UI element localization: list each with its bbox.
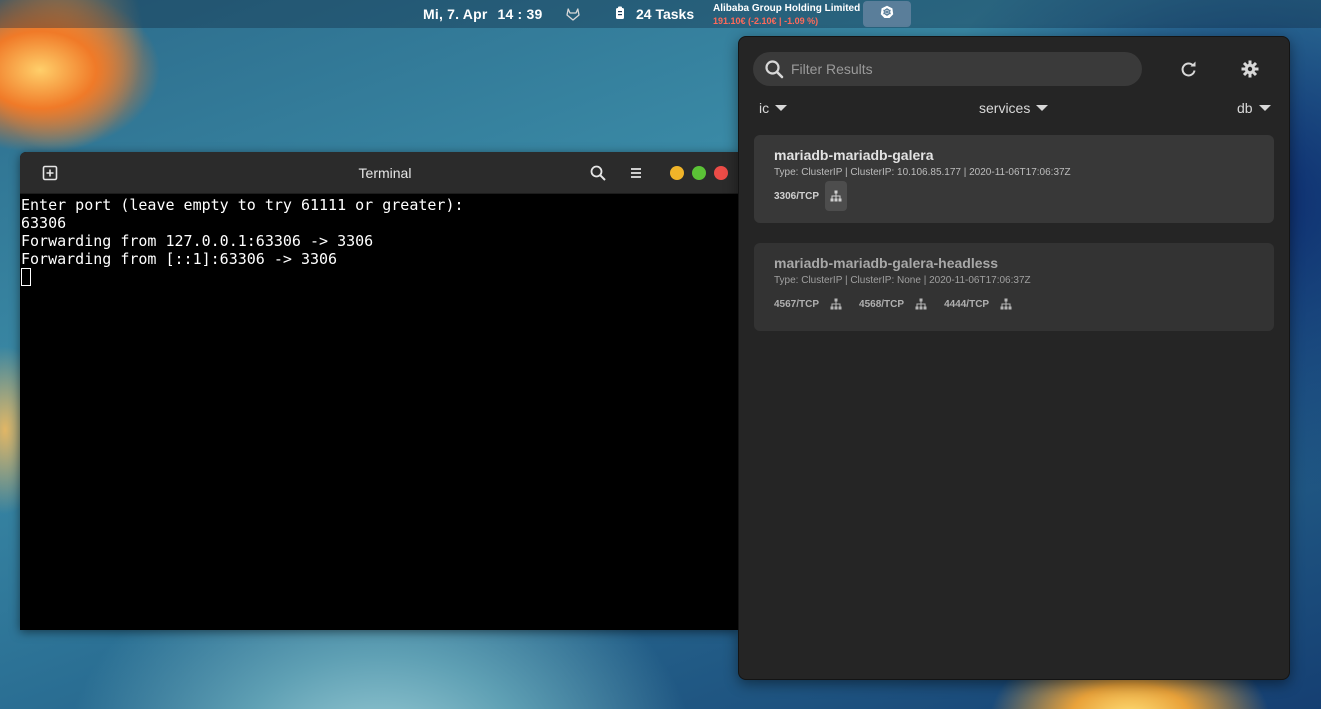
namespace-value: db	[1237, 100, 1253, 116]
resource-type-dropdown[interactable]: services	[979, 97, 1049, 119]
gitlab-icon[interactable]	[566, 0, 580, 28]
port-forward-button[interactable]	[825, 289, 847, 319]
chevron-down-icon	[1258, 105, 1271, 111]
clock-time: 14 : 39	[497, 6, 543, 22]
filter-results-input[interactable]	[791, 52, 1131, 86]
network-icon	[915, 298, 927, 310]
service-ports: 3306/TCP	[774, 181, 859, 211]
stock-name: Alibaba Group Holding Limited	[713, 3, 861, 14]
hamburger-menu-icon	[627, 168, 645, 186]
kubernetes-extension-button[interactable]	[863, 1, 911, 27]
search-box[interactable]	[753, 52, 1142, 86]
search-icon	[589, 165, 607, 186]
kubernetes-panel: ic services db mariadb-mariadb-galera Ty…	[738, 36, 1290, 680]
terminal-output[interactable]: Enter port (leave empty to try 61111 or …	[21, 196, 737, 630]
terminal-window: Terminal Enter port (leave empty to try …	[20, 152, 738, 630]
terminal-line: 63306	[21, 214, 67, 232]
new-tab-button[interactable]	[41, 164, 59, 182]
service-card[interactable]: mariadb-mariadb-galera-headless Type: Cl…	[754, 243, 1274, 331]
port-entry: 4444/TCP	[944, 289, 1017, 319]
new-tab-icon	[41, 165, 59, 186]
service-meta: Type: ClusterIP | ClusterIP: 10.106.85.1…	[774, 167, 1071, 178]
terminal-line: Forwarding from [::1]:63306 -> 3306	[21, 250, 338, 268]
terminal-cursor	[21, 268, 31, 286]
search-icon	[764, 59, 784, 79]
port-label: 4444/TCP	[944, 298, 990, 310]
port-forward-button[interactable]	[910, 289, 932, 319]
resource-type-value: services	[979, 100, 1031, 116]
context-dropdown[interactable]: ic	[759, 97, 788, 119]
kubernetes-icon	[880, 5, 894, 24]
namespace-dropdown[interactable]: db	[1237, 97, 1271, 119]
refresh-icon	[1178, 61, 1200, 84]
port-forward-button[interactable]	[995, 289, 1017, 319]
stock-value: 191.10€ (-2.10€ | -1.09 %)	[713, 16, 819, 26]
terminal-search-button[interactable]	[589, 164, 607, 182]
terminal-line: Enter port (leave empty to try 61111 or …	[21, 196, 464, 214]
service-meta: Type: ClusterIP | ClusterIP: None | 2020…	[774, 275, 1031, 286]
network-icon	[1000, 298, 1012, 310]
port-entry: 4567/TCP	[774, 289, 847, 319]
port-label: 4567/TCP	[774, 298, 820, 310]
terminal-titlebar[interactable]: Terminal	[20, 152, 738, 194]
refresh-button[interactable]	[1178, 58, 1200, 80]
network-icon	[830, 190, 842, 202]
context-value: ic	[759, 100, 770, 116]
port-label: 4568/TCP	[859, 298, 905, 310]
settings-button[interactable]	[1239, 58, 1261, 80]
maximize-button[interactable]	[692, 166, 706, 180]
chevron-down-icon	[775, 105, 788, 111]
tasks-indicator[interactable]: 24 Tasks	[614, 0, 694, 28]
chevron-down-icon	[1036, 105, 1049, 111]
port-entry: 3306/TCP	[774, 181, 848, 211]
stock-ticker[interactable]: Alibaba Group Holding Limited 191.10€ (-…	[713, 1, 860, 29]
todo-icon	[614, 6, 626, 23]
network-icon	[830, 298, 842, 310]
minimize-button[interactable]	[670, 166, 684, 180]
port-entry: 4568/TCP	[859, 289, 932, 319]
top-panel: Mi, 7. Apr 14 : 39 24 Tasks Alibaba Grou…	[0, 0, 1321, 28]
tasks-count: 24 Tasks	[636, 6, 695, 22]
gear-icon	[1239, 60, 1261, 84]
service-name: mariadb-mariadb-galera-headless	[774, 255, 999, 271]
service-ports: 4567/TCP 4568/TCP 4444/TCP	[774, 289, 1029, 319]
close-button[interactable]	[714, 166, 728, 180]
terminal-menu-button[interactable]	[627, 164, 645, 182]
service-name: mariadb-mariadb-galera	[774, 147, 934, 163]
clock[interactable]: Mi, 7. Apr 14 : 39	[423, 0, 543, 28]
port-forward-button[interactable]	[825, 181, 848, 211]
port-label: 3306/TCP	[774, 190, 820, 202]
clock-date: Mi, 7. Apr	[423, 6, 488, 22]
service-card[interactable]: mariadb-mariadb-galera Type: ClusterIP |…	[754, 135, 1274, 223]
terminal-line: Forwarding from 127.0.0.1:63306 -> 3306	[21, 232, 374, 250]
